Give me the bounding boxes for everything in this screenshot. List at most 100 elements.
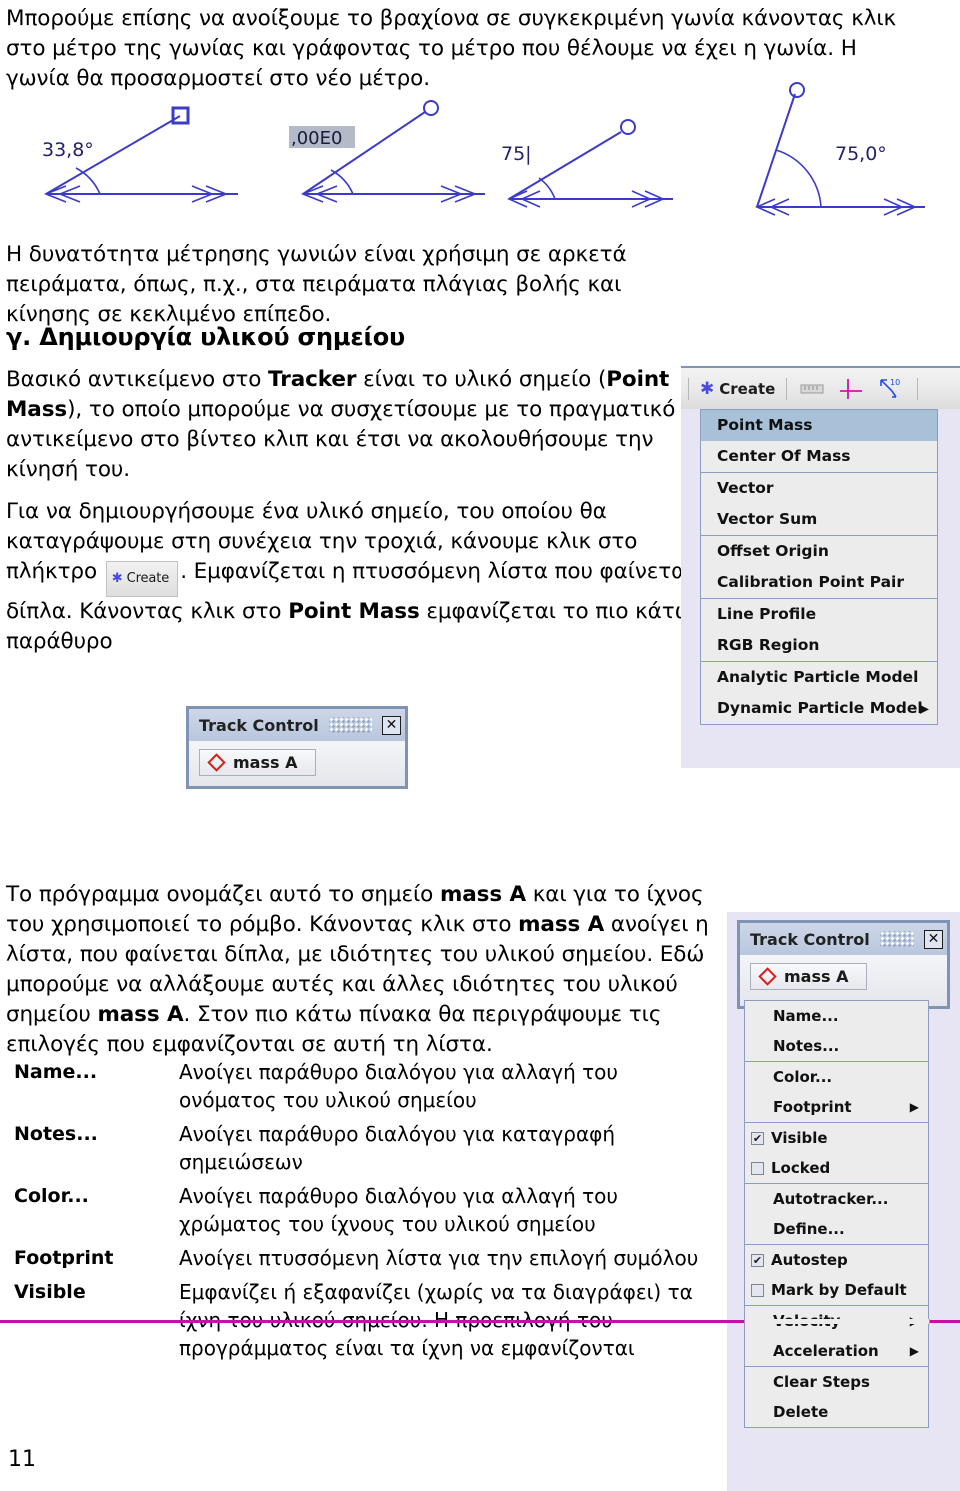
create-menu-item-rgb-region[interactable]: RGB Region xyxy=(701,630,937,661)
inline-create-button[interactable]: ✱ Create xyxy=(105,561,179,597)
chevron-right-icon: ▶ xyxy=(909,1100,919,1114)
track-menu-item-label: Mark by Default xyxy=(771,1281,907,1299)
close-icon[interactable]: ✕ xyxy=(382,715,401,735)
options-table-row-footprint: Footprint Ανοίγει πτυσσόμενη λίστα για τη… xyxy=(14,1244,714,1272)
track-control-titlebar: Track Control ✕ xyxy=(189,709,405,741)
create-menu-item-vector-sum[interactable]: Vector Sum xyxy=(701,504,937,535)
window-grip xyxy=(328,717,372,733)
checkbox-icon[interactable] xyxy=(751,1131,764,1145)
angle-figure-2: ,00E0 xyxy=(289,100,485,203)
create-menu-group: Analytic Particle Model Dynamic Particle … xyxy=(701,662,937,724)
track-menu-item-delete[interactable]: Delete xyxy=(745,1397,928,1427)
options-table-term: Color... xyxy=(14,1185,89,1207)
track-menu-item-label: Name... xyxy=(773,1007,839,1025)
track-menu-item-label: Clear Steps xyxy=(773,1373,870,1391)
track-menu-item-mark-by-default[interactable]: Mark by Default xyxy=(745,1275,928,1305)
track-menu-item-notes[interactable]: Notes... xyxy=(745,1031,928,1061)
protractor-icon[interactable]: 10 xyxy=(878,377,904,401)
track-menu-group: Color... Footprint ▶ xyxy=(745,1062,928,1123)
create-menu-item-dynamic-particle-model[interactable]: Dynamic Particle Model ▶ xyxy=(701,693,937,724)
track-menu-item-acceleration[interactable]: Acceleration ▶ xyxy=(745,1336,928,1366)
create-menu-group: Vector Vector Sum xyxy=(701,473,937,536)
create-menu-item-point-mass[interactable]: Point Mass xyxy=(701,410,937,441)
coordinate-axes-icon[interactable] xyxy=(838,377,864,401)
create-menu-item-center-of-mass[interactable]: Center Of Mass xyxy=(701,441,937,472)
create-menu-item-analytic-particle-model[interactable]: Analytic Particle Model xyxy=(701,662,937,693)
track-menu-item-label: Delete xyxy=(773,1403,829,1421)
create-menu-item-vector[interactable]: Vector xyxy=(701,473,937,504)
point-mass-paragraph: Βασικό αντικείμενο στο Tracker είναι το … xyxy=(6,365,678,485)
asterisk-icon: ✱ xyxy=(700,378,715,399)
track-menu-item-color[interactable]: Color... xyxy=(745,1062,928,1092)
page-number: 11 xyxy=(8,1447,36,1472)
track-menu-group: Autostep Mark by Default xyxy=(745,1245,928,1306)
track-menu-item-autostep[interactable]: Autostep xyxy=(745,1245,928,1275)
track-control-body: mass A xyxy=(189,741,405,786)
track-menu-group: Autotracker... Define... xyxy=(745,1184,928,1245)
track-menu-item-label: Autostep xyxy=(771,1251,848,1269)
create-button[interactable]: ✱ Create xyxy=(696,378,779,400)
create-menu-item-offset-origin[interactable]: Offset Origin xyxy=(701,536,937,567)
create-menu-item-label: RGB Region xyxy=(717,636,820,654)
create-button-label: Create xyxy=(719,379,776,398)
document-page: Μπορούμε επίσης να ανοίξουμε το βραχίονα… xyxy=(0,0,960,1491)
angle-figure-3: 75| xyxy=(501,119,673,208)
track-menu-item-visible[interactable]: Visible xyxy=(745,1123,928,1153)
svg-text:10: 10 xyxy=(890,378,900,387)
checkbox-icon[interactable] xyxy=(751,1161,764,1175)
track-control-window[interactable]: Track Control ✕ mass A xyxy=(186,706,408,789)
cp-bold-pointmass: Point Mass xyxy=(288,599,420,624)
checkbox-icon[interactable] xyxy=(751,1253,764,1267)
track-control-body-2: mass A xyxy=(740,955,947,1006)
track-menu-item-autotracker[interactable]: Autotracker... xyxy=(745,1184,928,1214)
section-heading: γ. Δημιουργία υλικού σημείου xyxy=(6,323,406,351)
create-dropdown-menu[interactable]: Point Mass Center Of Mass Vector Vector Sum… xyxy=(700,409,938,725)
checkbox-icon[interactable] xyxy=(751,1283,764,1297)
rule-gap-mask xyxy=(744,1319,930,1324)
mass-a-paragraph: Το πρόγραμμα ονομάζει αυτό το σημείο mas… xyxy=(6,880,736,1060)
create-menu-group: Line Profile RGB Region xyxy=(701,599,937,662)
track-menu-item-name[interactable]: Name... xyxy=(745,1001,928,1031)
track-chip-label: mass A xyxy=(233,753,298,772)
options-table-term: Footprint xyxy=(14,1247,114,1269)
pm-bold-tracker: Tracker xyxy=(268,367,357,392)
toolbar-separator-mid xyxy=(786,377,788,400)
track-menu-group: Clear Steps Delete xyxy=(745,1367,928,1427)
options-table-term: Notes... xyxy=(14,1123,98,1145)
angle-figure-1: 33,8° xyxy=(42,106,238,203)
options-table-description: Ανοίγει παράθυρο διαλόγου για αλλαγή του… xyxy=(179,1060,618,1112)
asterisk-icon: ✱ xyxy=(111,571,123,586)
create-menu-item-calibration-point-pair[interactable]: Calibration Point Pair xyxy=(701,567,937,598)
create-menu-item-label: Offset Origin xyxy=(717,542,829,560)
track-menu-item-label: Autotracker... xyxy=(773,1190,889,1208)
diamond-icon-2 xyxy=(758,967,777,986)
tracker-toolbar: ✱ Create 10 xyxy=(681,366,960,409)
create-menu-item-line-profile[interactable]: Line Profile xyxy=(701,599,937,630)
ma-text-1: Το πρόγραμμα ονομάζει αυτό το σημείο xyxy=(6,882,440,907)
close-icon-2[interactable]: ✕ xyxy=(924,929,943,949)
create-menu-group: Point Mass Center Of Mass xyxy=(701,410,937,473)
diamond-icon xyxy=(207,753,226,772)
track-menu-item-footprint[interactable]: Footprint ▶ xyxy=(745,1092,928,1122)
create-menu-item-label: Line Profile xyxy=(717,605,817,623)
track-control-titlebar-2: Track Control ✕ xyxy=(740,923,947,955)
pm-text-2: είναι το υλικό σημείο ( xyxy=(356,367,607,392)
magenta-divider-rule xyxy=(0,1319,960,1324)
intro-paragraph: Μπορούμε επίσης να ανοίξουμε το βραχίονα… xyxy=(6,6,897,91)
track-chip-mass-a-2[interactable]: mass A xyxy=(750,963,868,990)
track-menu-item-define[interactable]: Define... xyxy=(745,1214,928,1244)
track-chip-label-2: mass A xyxy=(784,967,849,986)
track-menu-item-label: Color... xyxy=(773,1068,833,1086)
tape-measure-icon[interactable] xyxy=(800,382,824,396)
track-menu-item-clear-steps[interactable]: Clear Steps xyxy=(745,1367,928,1397)
track-menu-item-label: Notes... xyxy=(773,1037,840,1055)
track-menu-item-locked[interactable]: Locked xyxy=(745,1153,928,1183)
track-chip-mass-a[interactable]: mass A xyxy=(199,749,317,776)
options-table-description: Ανοίγει πτυσσόμενη λίστα για την επιλογή… xyxy=(179,1246,699,1270)
track-menu-group: Name... Notes... xyxy=(745,1001,928,1062)
track-context-menu[interactable]: Name... Notes... Color... Footprint ▶ Visible… xyxy=(744,1000,929,1428)
angle-figure-1-label: 33,8° xyxy=(42,139,94,161)
track-menu-item-label: Locked xyxy=(771,1159,831,1177)
track-control-window-2[interactable]: Track Control ✕ mass A xyxy=(737,920,950,1009)
track-menu-group: Visible Locked xyxy=(745,1123,928,1184)
